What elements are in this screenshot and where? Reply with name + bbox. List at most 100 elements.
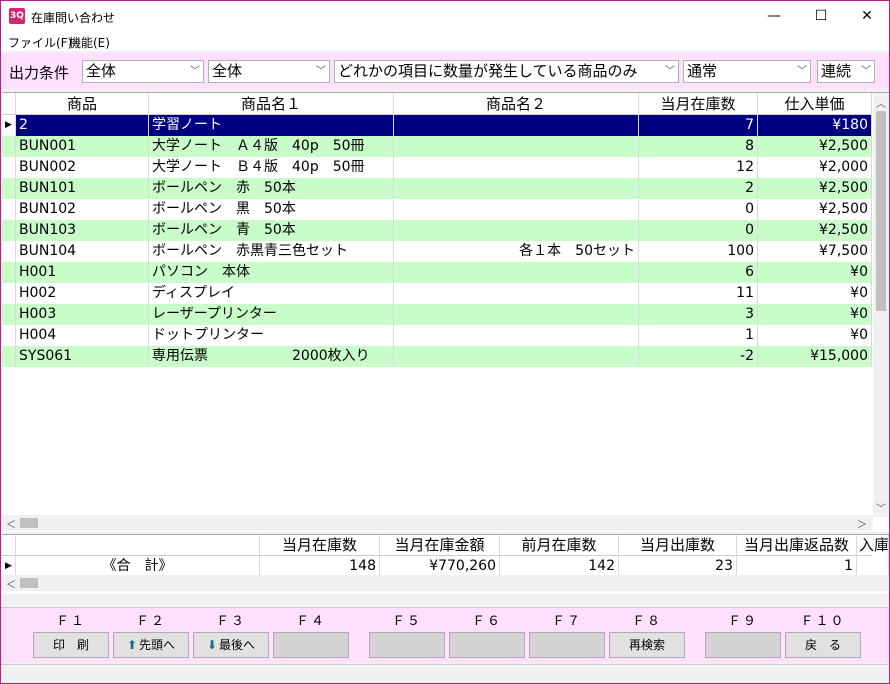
- header-stock[interactable]: 当月在庫数: [639, 93, 758, 115]
- cell-code[interactable]: BUN101: [16, 178, 149, 199]
- row-indicator[interactable]: [2, 325, 16, 346]
- cell-price[interactable]: ¥2,500: [758, 136, 872, 157]
- cell-name1[interactable]: ボールペン 黒 50本: [149, 199, 394, 220]
- cell-name1[interactable]: パソコン 本体: [149, 262, 394, 283]
- cell-code[interactable]: H003: [16, 304, 149, 325]
- minimize-button[interactable]: —: [751, 1, 797, 31]
- row-indicator[interactable]: [2, 178, 16, 199]
- cell-code[interactable]: BUN104: [16, 241, 149, 262]
- scroll-right-icon[interactable]: ＞: [857, 516, 867, 531]
- cell-name1[interactable]: 専用伝票 2000枚入り: [149, 346, 394, 367]
- f10-button[interactable]: 戻 る: [785, 632, 861, 658]
- close-button[interactable]: ✕: [844, 1, 890, 31]
- menu-function[interactable]: 機能(E): [69, 34, 110, 51]
- scroll-left-icon[interactable]: ＜: [6, 576, 16, 591]
- cell-name2[interactable]: [394, 346, 639, 367]
- cell-stock[interactable]: 1: [639, 325, 758, 346]
- cell-stock[interactable]: 3: [639, 304, 758, 325]
- cell-code[interactable]: BUN102: [16, 199, 149, 220]
- table-row[interactable]: BUN102 ボールペン 黒 50本 0 ¥2,500: [2, 199, 872, 220]
- cell-price[interactable]: ¥15,000: [758, 346, 872, 367]
- cell-name2[interactable]: [394, 178, 639, 199]
- totals-horizontal-scrollbar[interactable]: ＜: [2, 575, 889, 591]
- cell-price[interactable]: ¥2,000: [758, 157, 872, 178]
- cell-name1[interactable]: ボールペン 赤黒青三色セット: [149, 241, 394, 262]
- range-select[interactable]: 全体 ﹀: [208, 60, 330, 83]
- cell-price[interactable]: ¥0: [758, 283, 872, 304]
- cell-name2[interactable]: [394, 262, 639, 283]
- f1-button[interactable]: 印 刷: [33, 632, 109, 658]
- f5-button[interactable]: [369, 632, 445, 658]
- print-mode-select[interactable]: 連続 ﹀: [817, 60, 875, 83]
- cell-price[interactable]: ¥0: [758, 304, 872, 325]
- cell-name2[interactable]: [394, 115, 639, 136]
- cell-code[interactable]: SYS061: [16, 346, 149, 367]
- row-indicator[interactable]: [2, 157, 16, 178]
- cell-code[interactable]: H001: [16, 262, 149, 283]
- vertical-scrollbar[interactable]: ︿ ﹀: [873, 93, 889, 517]
- table-row[interactable]: BUN104 ボールペン 赤黒青三色セット 各１本 50セット 100 ¥7,500: [2, 241, 872, 262]
- cell-name2[interactable]: [394, 304, 639, 325]
- cell-stock[interactable]: 100: [639, 241, 758, 262]
- cell-name2[interactable]: [394, 157, 639, 178]
- cell-name2[interactable]: [394, 220, 639, 241]
- cell-price[interactable]: ¥0: [758, 262, 872, 283]
- header-price[interactable]: 仕入単価: [758, 93, 872, 115]
- cell-code[interactable]: BUN103: [16, 220, 149, 241]
- cell-code[interactable]: H002: [16, 283, 149, 304]
- table-row[interactable]: BUN001 大学ノート Ａ４版 40p 50冊 8 ¥2,500: [2, 136, 872, 157]
- header-name2[interactable]: 商品名２: [394, 93, 639, 115]
- cell-name2[interactable]: 各１本 50セット: [394, 241, 639, 262]
- table-row[interactable]: ▶ 2 学習ノート 7 ¥180: [2, 115, 872, 136]
- cell-stock[interactable]: -2: [639, 346, 758, 367]
- filter-select[interactable]: どれかの項目に数量が発生している商品のみ ﹀: [334, 60, 679, 83]
- f7-button[interactable]: [529, 632, 605, 658]
- f4-button[interactable]: [273, 632, 349, 658]
- scroll-left-icon[interactable]: ＜: [6, 516, 16, 531]
- horizontal-scrollbar[interactable]: ＜ ＞: [2, 515, 873, 531]
- table-row[interactable]: H001 パソコン 本体 6 ¥0: [2, 262, 872, 283]
- row-indicator[interactable]: [2, 304, 16, 325]
- cell-name1[interactable]: 大学ノート Ｂ４版 40p 50冊: [149, 157, 394, 178]
- cell-code[interactable]: BUN002: [16, 157, 149, 178]
- table-row[interactable]: BUN002 大学ノート Ｂ４版 40p 50冊 12 ¥2,000: [2, 157, 872, 178]
- row-indicator-icon[interactable]: ▶: [2, 115, 16, 136]
- cell-name1[interactable]: 学習ノート: [149, 115, 394, 136]
- scroll-thumb[interactable]: [20, 518, 38, 528]
- row-indicator[interactable]: [2, 262, 16, 283]
- cell-name1[interactable]: ディスプレイ: [149, 283, 394, 304]
- cell-price[interactable]: ¥7,500: [758, 241, 872, 262]
- target-select[interactable]: 全体 ﹀: [82, 60, 204, 83]
- table-row[interactable]: H003 レーザープリンター 3 ¥0: [2, 304, 872, 325]
- cell-code[interactable]: H004: [16, 325, 149, 346]
- row-indicator[interactable]: [2, 241, 16, 262]
- table-row[interactable]: H004 ドットプリンター 1 ¥0: [2, 325, 872, 346]
- row-indicator[interactable]: [2, 346, 16, 367]
- cell-price[interactable]: ¥0: [758, 325, 872, 346]
- scroll-thumb[interactable]: [20, 578, 38, 588]
- cell-stock[interactable]: 7: [639, 115, 758, 136]
- cell-name1[interactable]: 大学ノート Ａ４版 40p 50冊: [149, 136, 394, 157]
- row-indicator[interactable]: [2, 136, 16, 157]
- f9-button[interactable]: [705, 632, 781, 658]
- cell-stock[interactable]: 6: [639, 262, 758, 283]
- table-row[interactable]: H002 ディスプレイ 11 ¥0: [2, 283, 872, 304]
- menu-file[interactable]: ファイル(F): [8, 34, 72, 51]
- scroll-down-icon[interactable]: ﹀: [876, 500, 886, 515]
- cell-name2[interactable]: [394, 199, 639, 220]
- cell-stock[interactable]: 8: [639, 136, 758, 157]
- f2-button[interactable]: ⬆ 先頭へ: [113, 632, 189, 658]
- cell-price[interactable]: ¥2,500: [758, 220, 872, 241]
- header-code[interactable]: 商品: [16, 93, 149, 115]
- table-row[interactable]: BUN103 ボールペン 青 50本 0 ¥2,500: [2, 220, 872, 241]
- row-indicator[interactable]: [2, 220, 16, 241]
- cell-price[interactable]: ¥2,500: [758, 199, 872, 220]
- cell-code[interactable]: BUN001: [16, 136, 149, 157]
- cell-stock[interactable]: 0: [639, 220, 758, 241]
- f8-button[interactable]: 再検索: [609, 632, 685, 658]
- cell-name1[interactable]: ボールペン 青 50本: [149, 220, 394, 241]
- cell-name2[interactable]: [394, 136, 639, 157]
- cell-price[interactable]: ¥2,500: [758, 178, 872, 199]
- cell-stock[interactable]: 0: [639, 199, 758, 220]
- cell-name1[interactable]: ボールペン 赤 50本: [149, 178, 394, 199]
